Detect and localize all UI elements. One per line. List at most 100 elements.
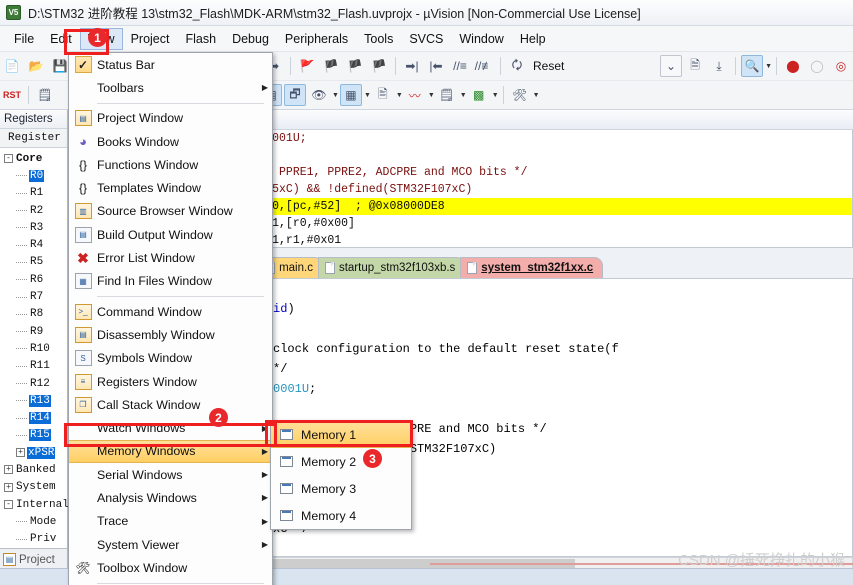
memory-submenu-item-1[interactable]: Memory 1 bbox=[271, 421, 411, 448]
chevron-down-icon[interactable]: ▼ bbox=[533, 92, 540, 99]
register-tree-row[interactable]: R3 bbox=[2, 219, 67, 236]
view-dropdown-menu[interactable]: ✓ Status Bar Toolbars ▶ ▤ Project Window ◕ Book… bbox=[68, 52, 273, 585]
view-menu-item-toolbox-window[interactable]: 🛠 Toolbox Window bbox=[69, 556, 272, 579]
uncomment-icon[interactable]: //≢ bbox=[473, 55, 495, 77]
register-tree-row[interactable]: + Banked bbox=[2, 461, 67, 478]
editor-tab-system-stm32f1xx-c[interactable]: system_stm32f1xx.c bbox=[460, 257, 604, 278]
new-file-icon[interactable]: 📄 bbox=[1, 55, 23, 77]
view-menu-item-registers-window[interactable]: ≡ Registers Window bbox=[69, 370, 272, 393]
view-menu-item-disassembly-window[interactable]: ▤ Disassembly Window bbox=[69, 323, 272, 346]
chevron-down-icon[interactable]: ▼ bbox=[396, 92, 403, 99]
menu-file[interactable]: File bbox=[6, 28, 42, 50]
tree-collapse-icon[interactable]: - bbox=[4, 154, 13, 164]
view-menu-item-trace[interactable]: Trace ▶ bbox=[69, 510, 272, 533]
chevron-down-icon[interactable]: ▼ bbox=[428, 92, 435, 99]
view-menu-item-project-window[interactable]: ▤ Project Window bbox=[69, 107, 272, 130]
view-menu-item-memory-windows[interactable]: Memory Windows ▶ bbox=[69, 439, 272, 464]
view-menu-item-call-stack-window[interactable]: ❐ Call Stack Window bbox=[69, 393, 272, 416]
outdent-icon[interactable]: |⬅ bbox=[425, 55, 447, 77]
register-tree-row[interactable]: + xPSR bbox=[2, 444, 67, 461]
view-menu-item-status-bar[interactable]: ✓ Status Bar bbox=[69, 53, 272, 76]
build-output-toggle-icon[interactable]: 🗒 bbox=[34, 84, 56, 106]
register-tree-row[interactable]: R7 bbox=[2, 288, 67, 305]
registers-column-header[interactable]: Register bbox=[0, 129, 67, 148]
register-tree-row[interactable]: + System bbox=[2, 479, 67, 496]
view-menu-item-toolbars[interactable]: Toolbars ▶ bbox=[69, 76, 272, 99]
register-tree-row[interactable]: R14 bbox=[2, 409, 67, 426]
register-tree-row[interactable]: R12 bbox=[2, 375, 67, 392]
trace-window-icon[interactable]: 🗒 bbox=[436, 84, 458, 106]
view-menu-item-symbols-window[interactable]: S Symbols Window bbox=[69, 347, 272, 370]
prev-bookmark-icon[interactable]: 🏴 bbox=[320, 55, 342, 77]
memory-submenu-item-3[interactable]: Memory 3 bbox=[271, 475, 411, 502]
debug-run-icon[interactable]: ⤓ bbox=[708, 55, 730, 77]
view-menu-item-analysis-windows[interactable]: Analysis Windows ▶ bbox=[69, 486, 272, 509]
memory-window-icon[interactable]: ▦ bbox=[339, 84, 362, 106]
register-tree-row[interactable]: - Core bbox=[2, 150, 67, 167]
registers-tree[interactable]: - Core R0 R1 R2 R3 R4 R5 R6 R7 R8 R9 R10 R11 R12 R13 R14… bbox=[0, 148, 70, 585]
chevron-down-icon[interactable]: ▼ bbox=[492, 92, 499, 99]
menu-debug[interactable]: Debug bbox=[224, 28, 277, 50]
view-menu-item-serial-windows[interactable]: Serial Windows ▶ bbox=[69, 463, 272, 486]
view-menu-item-error-list-window[interactable]: ✖ Error List Window bbox=[69, 246, 272, 269]
watch-window-icon[interactable]: 👁 bbox=[308, 84, 330, 106]
register-tree-row[interactable]: R2 bbox=[2, 202, 67, 219]
register-tree-row[interactable]: R6 bbox=[2, 271, 67, 288]
comment-icon[interactable]: //≡ bbox=[449, 55, 471, 77]
tree-collapse-icon[interactable]: - bbox=[4, 500, 13, 510]
register-tree-row[interactable]: R1 bbox=[2, 185, 67, 202]
register-tree-row[interactable]: R5 bbox=[2, 254, 67, 271]
memory-submenu-item-4[interactable]: Memory 4 bbox=[271, 502, 411, 529]
chevron-down-icon[interactable]: ▼ bbox=[460, 92, 467, 99]
open-file-icon[interactable]: 📂 bbox=[25, 55, 47, 77]
register-tree-row[interactable]: R8 bbox=[2, 306, 67, 323]
chevron-down-icon[interactable]: ▼ bbox=[332, 92, 339, 99]
register-tree-row[interactable]: Priv bbox=[2, 531, 67, 548]
indent-icon[interactable]: ➡| bbox=[401, 55, 423, 77]
menu-tools[interactable]: Tools bbox=[356, 28, 401, 50]
tree-expand-icon[interactable]: + bbox=[4, 465, 13, 475]
call-stack-window-icon[interactable]: 🗗 bbox=[284, 84, 306, 106]
view-menu-item-books-window[interactable]: ◕ Books Window bbox=[69, 130, 272, 153]
view-menu-item-command-window[interactable]: >_ Command Window bbox=[69, 300, 272, 323]
menu-project[interactable]: Project bbox=[123, 28, 178, 50]
register-tree-row[interactable]: - Internal bbox=[2, 496, 69, 513]
tree-expand-icon[interactable]: + bbox=[16, 448, 25, 458]
reset-icon[interactable]: 🗘 bbox=[506, 55, 528, 77]
chevron-down-icon[interactable]: ▼ bbox=[364, 92, 371, 99]
memory-submenu[interactable]: Memory 1 Memory 2 Memory 3 Memory 4 bbox=[270, 420, 412, 530]
debug-session-icon[interactable]: 🔍 bbox=[741, 55, 764, 77]
open-source-icon[interactable]: 🗎 bbox=[684, 55, 706, 77]
menu-svcs[interactable]: SVCS bbox=[401, 28, 451, 50]
register-tree-row[interactable]: R9 bbox=[2, 323, 67, 340]
menu-flash[interactable]: Flash bbox=[177, 28, 224, 50]
register-tree-row[interactable]: R15 bbox=[2, 427, 67, 444]
register-tree-row[interactable]: R4 bbox=[2, 236, 67, 253]
toolbox-icon[interactable]: 🛠 bbox=[509, 84, 531, 106]
reset-cpu-icon[interactable]: RST bbox=[1, 84, 23, 106]
breakpoint-icon[interactable]: ⬤ bbox=[782, 55, 804, 77]
view-menu-item-functions-window[interactable]: {} Functions Window bbox=[69, 153, 272, 176]
register-tree-row[interactable]: R13 bbox=[2, 392, 67, 409]
menu-peripherals[interactable]: Peripherals bbox=[277, 28, 356, 50]
view-menu-item-build-output-window[interactable]: ▤ Build Output Window bbox=[69, 223, 272, 246]
register-tree-row[interactable]: R11 bbox=[2, 358, 67, 375]
next-bookmark-icon[interactable]: 🏴 bbox=[344, 55, 366, 77]
register-tree-row[interactable]: R0 bbox=[2, 167, 67, 184]
menu-edit[interactable]: Edit bbox=[42, 28, 80, 50]
insert-bookmark-icon[interactable]: 🚩 bbox=[296, 55, 318, 77]
view-menu-item-find-in-files-window[interactable]: ▦ Find In Files Window bbox=[69, 270, 272, 293]
analysis-window-icon[interactable]: 〰 bbox=[404, 84, 426, 106]
chevron-down-icon[interactable]: ▼ bbox=[765, 63, 772, 70]
view-menu-item-templates-window[interactable]: {} Templates Window bbox=[69, 176, 272, 199]
editor-tab-startup-stm32f103xb-s[interactable]: startup_stm32f103xb.s bbox=[317, 257, 466, 278]
view-menu-item-watch-windows[interactable]: Watch Windows ▶ bbox=[69, 416, 272, 439]
view-menu-item-source-browser-window[interactable]: ▥ Source Browser Window bbox=[69, 200, 272, 223]
system-viewer-icon[interactable]: ▩ bbox=[468, 84, 490, 106]
view-menu-item-system-viewer[interactable]: System Viewer ▶ bbox=[69, 533, 272, 556]
dropdown-blank-icon[interactable]: ⌄ bbox=[660, 55, 683, 77]
menu-window[interactable]: Window bbox=[451, 28, 511, 50]
memory-submenu-item-2[interactable]: Memory 2 bbox=[271, 448, 411, 475]
clear-bookmarks-icon[interactable]: 🏴 bbox=[368, 55, 390, 77]
serial-window-icon[interactable]: 🖹 bbox=[372, 84, 394, 106]
